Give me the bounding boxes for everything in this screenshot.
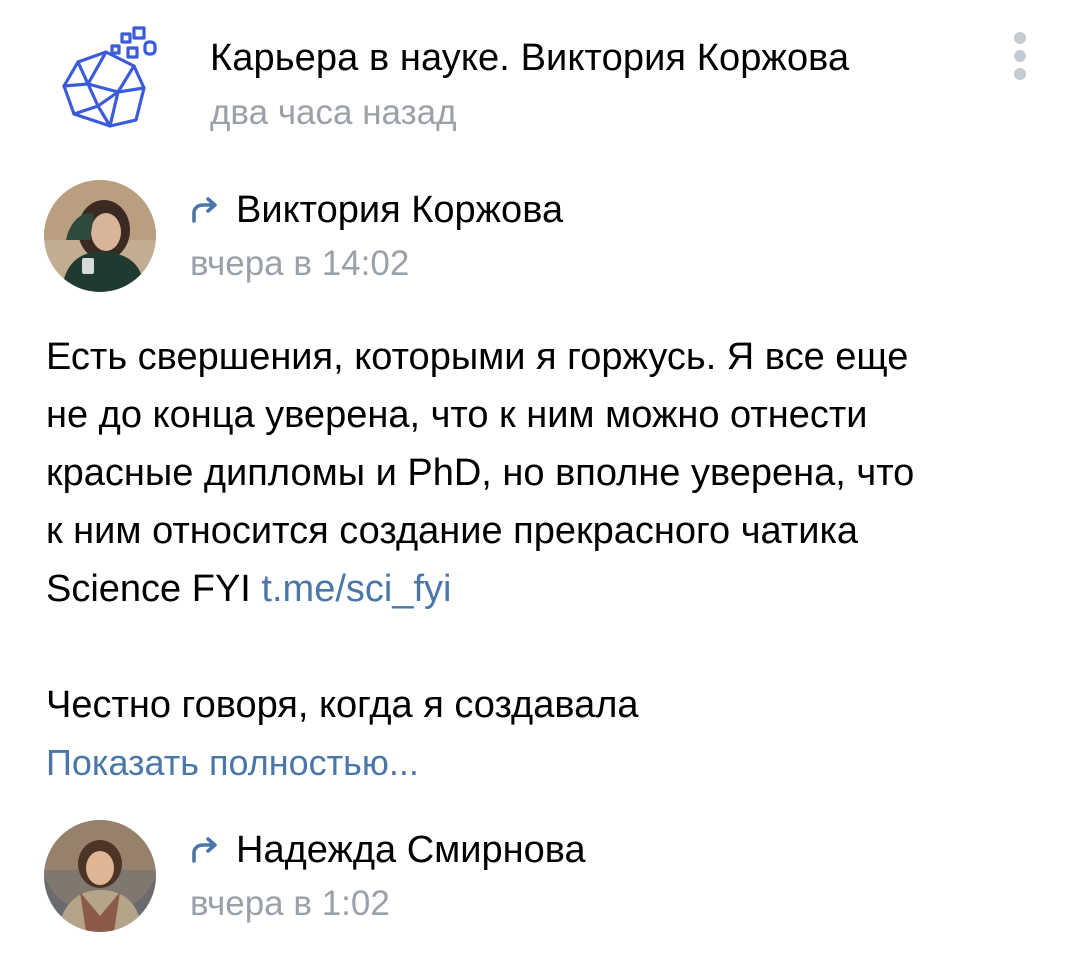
post-text-prefix: Science FYI (46, 568, 262, 610)
community-logo-icon[interactable] (48, 22, 168, 134)
show-more-link[interactable]: Показать полностью... (46, 741, 419, 785)
telegram-link[interactable]: t.me/sci_fyi (261, 568, 451, 610)
repost-header-2: Надежда Смирнова (190, 828, 586, 872)
repost-header-1: Виктория Коржова (190, 188, 563, 232)
post-text-line: Есть свершения, которыми я горжусь. Я вс… (46, 336, 909, 378)
repost-arrow-icon (192, 837, 217, 863)
repost-time: вчера в 14:02 (190, 244, 410, 283)
community-name[interactable]: Карьера в науке. Виктория Коржова (210, 36, 849, 80)
post-text-line-with-link: Science FYI t.me/sci_fyi (46, 560, 1046, 618)
post-paragraph-2: Честно говоря, когда я создавала (46, 684, 639, 726)
post-body: Есть свершения, которыми я горжусь. Я вс… (46, 328, 1046, 734)
post-text-line: красные дипломы и PhD, но вполне уверена… (46, 452, 915, 494)
avatar[interactable] (44, 820, 156, 932)
repost-time: вчера в 1:02 (190, 884, 390, 923)
avatar[interactable] (44, 180, 156, 292)
vertical-dots-icon[interactable] (1005, 28, 1035, 84)
post-time: два часа назад (210, 93, 457, 132)
post-text-line: не до конца уверена, что к ним можно отн… (46, 394, 868, 436)
post-text-line: к ним относится создание прекрасного чат… (46, 510, 859, 552)
repost-author-name[interactable]: Виктория Коржова (236, 188, 563, 232)
repost-author-name[interactable]: Надежда Смирнова (236, 828, 586, 872)
repost-arrow-icon (192, 197, 217, 223)
